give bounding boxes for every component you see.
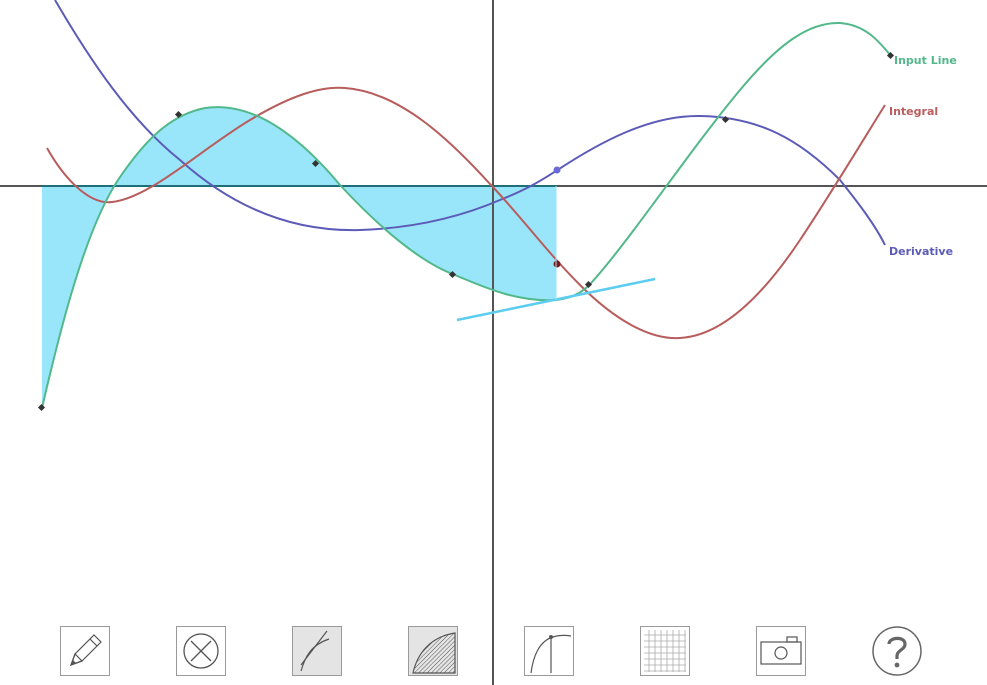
grid-tool-button[interactable]	[640, 626, 690, 676]
integral-area-icon	[412, 632, 456, 674]
handle-point[interactable]	[37, 403, 46, 412]
help-tool-button[interactable]	[872, 626, 922, 676]
derivative-marker	[553, 166, 561, 174]
tangent-tool-button[interactable]	[524, 626, 574, 676]
derivative-curve-icon	[300, 630, 330, 672]
derivative-tool-button[interactable]	[292, 626, 342, 676]
camera-tool-button[interactable]	[756, 626, 806, 676]
pencil-icon	[69, 634, 102, 667]
derivative-label: Derivative	[889, 245, 954, 258]
integral-tool-button[interactable]	[408, 626, 458, 676]
integral-area	[42, 107, 556, 408]
integral-marker	[553, 260, 561, 268]
help-question-icon	[872, 626, 922, 676]
integral-label: Integral	[889, 105, 939, 118]
camera-icon	[760, 636, 802, 665]
grid-icon	[644, 630, 686, 672]
clear-x-icon	[183, 633, 219, 669]
input-line-label: Input Line	[894, 54, 957, 67]
clear-tool-button[interactable]	[176, 626, 226, 676]
pencil-tool-button[interactable]	[60, 626, 110, 676]
toolbar	[0, 624, 987, 680]
graph-canvas[interactable]	[0, 0, 987, 685]
tangent-curve-icon	[530, 634, 572, 674]
